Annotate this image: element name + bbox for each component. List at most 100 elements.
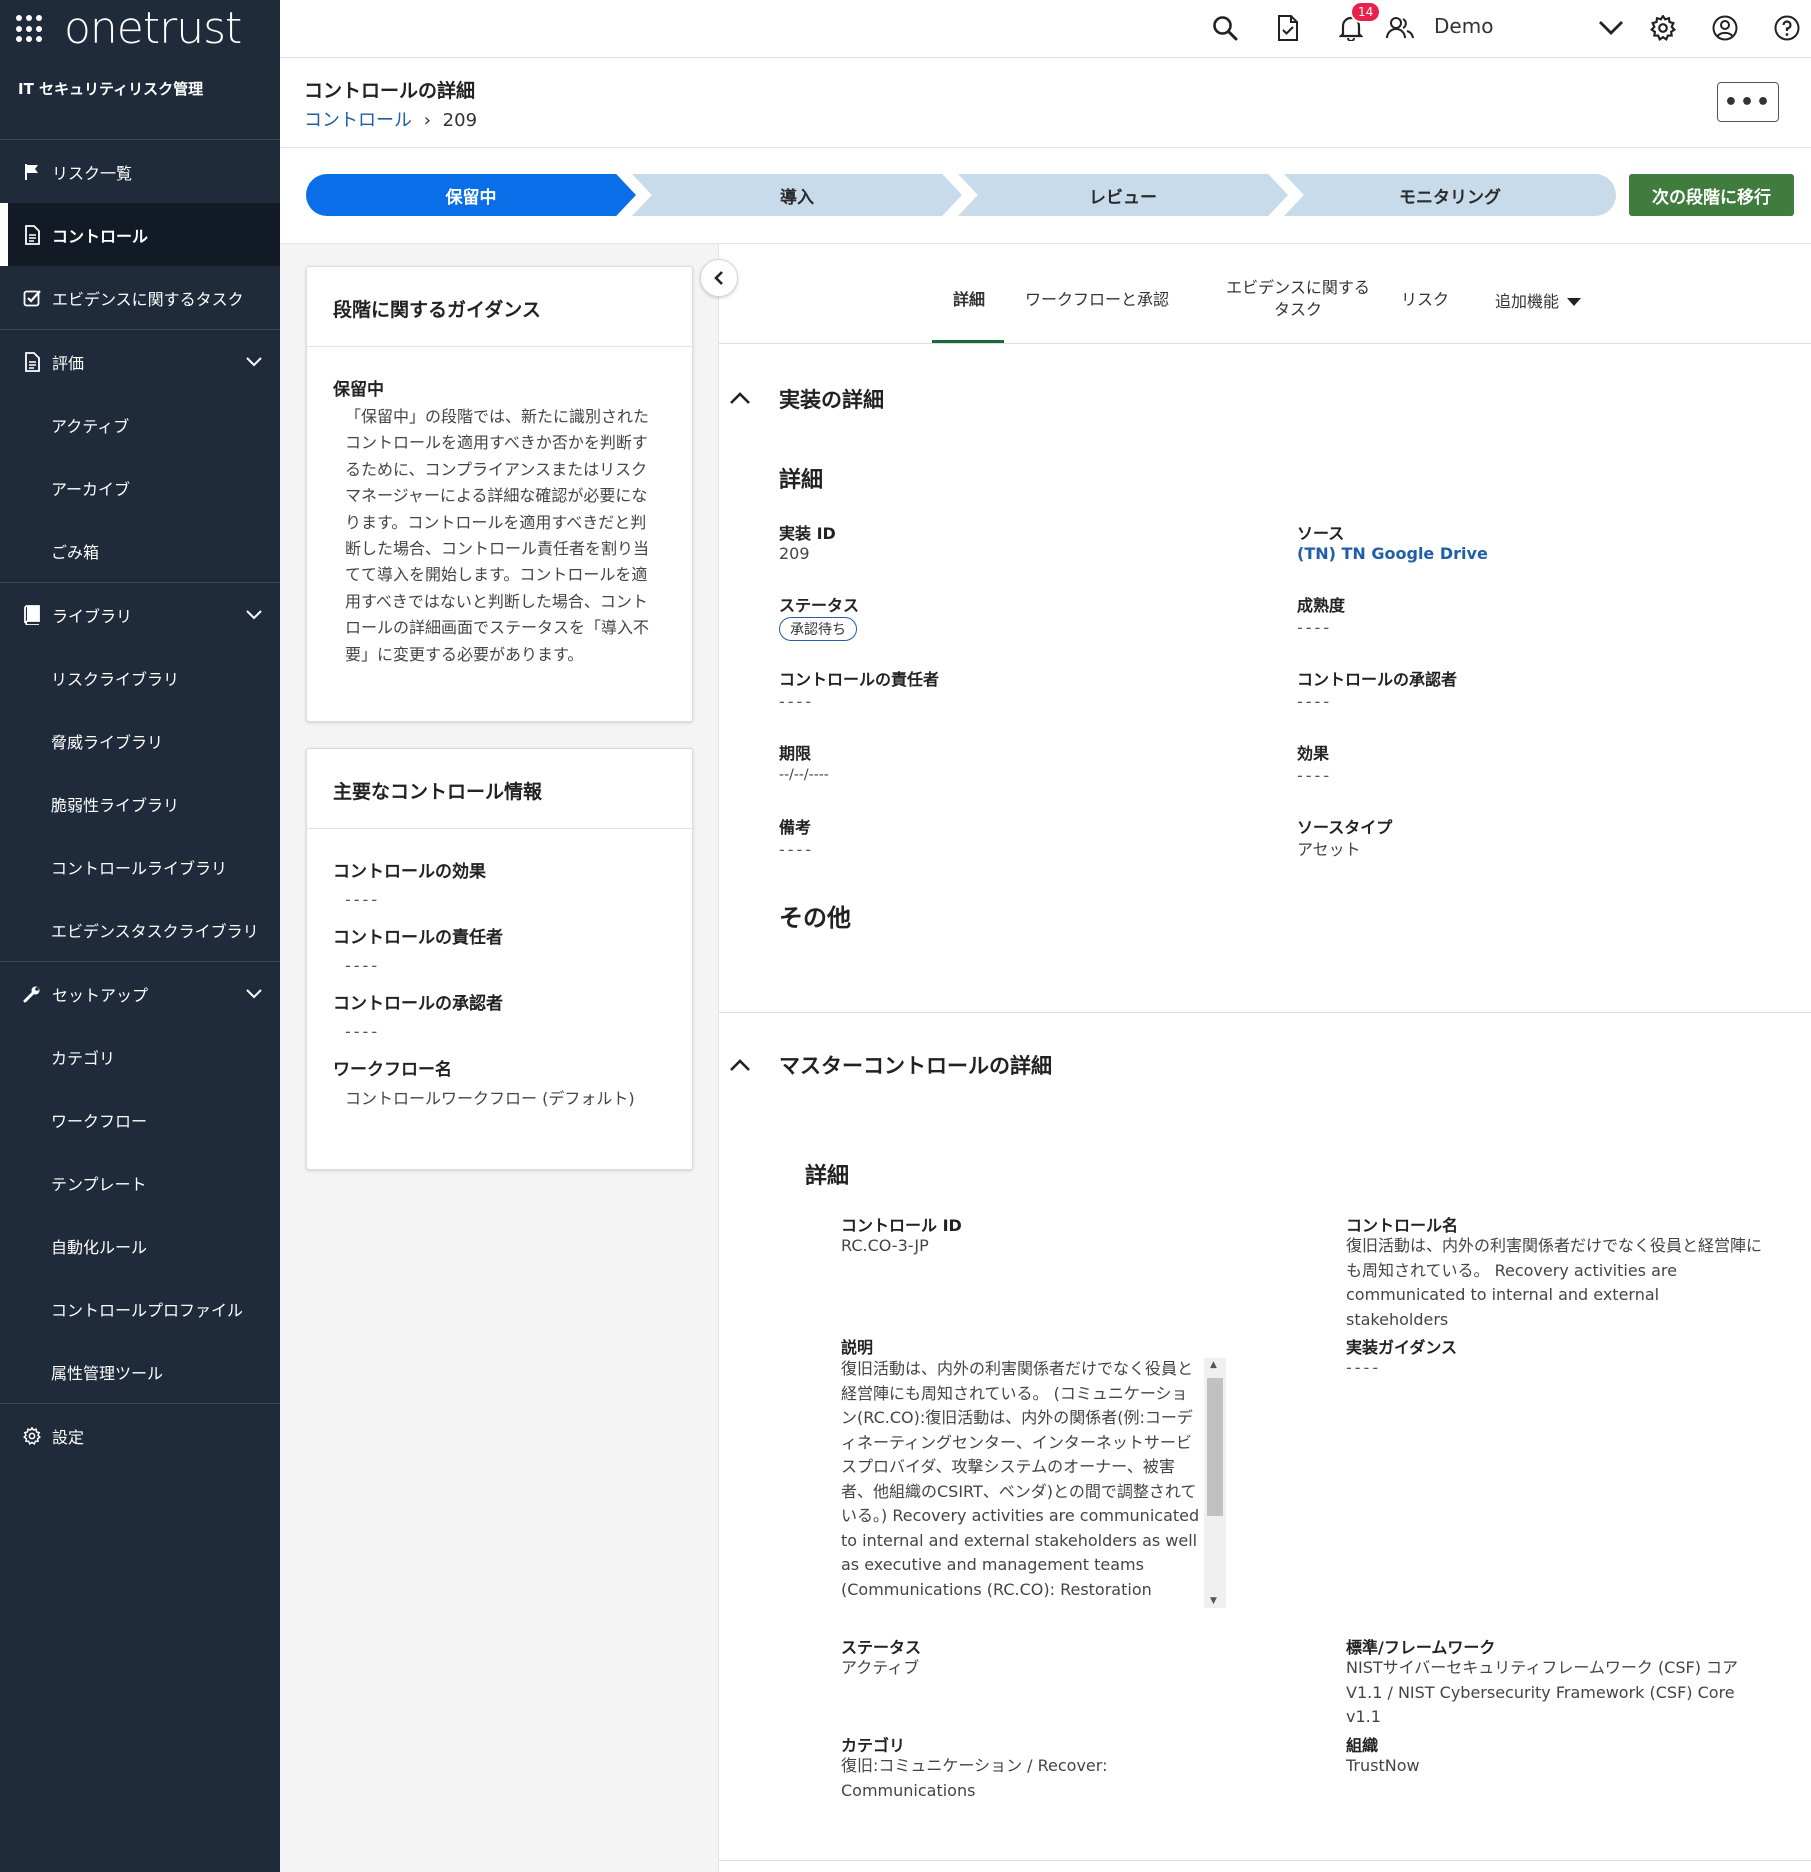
users-icon[interactable] <box>1385 13 1415 43</box>
account-icon[interactable] <box>1710 13 1740 43</box>
chevron-down-icon[interactable] <box>246 984 262 1003</box>
master-subtitle: 詳細 <box>805 1164 850 1189</box>
tab-risks[interactable]: リスク <box>1401 289 1449 311</box>
effect-value: ---- <box>345 890 381 909</box>
page-header: コントロールの詳細 コントロール › 209 ••• <box>280 58 1811 148</box>
sidebar-item-trash[interactable]: ごみ箱 <box>0 519 280 582</box>
sidebar-item-label: 設定 <box>52 1427 85 1447</box>
description-scrollbar[interactable]: ▲ ▼ <box>1204 1358 1226 1608</box>
sidebar-item-control-library[interactable]: コントロールライブラリ <box>0 835 280 898</box>
chevron-down-icon[interactable] <box>1596 13 1626 43</box>
sidebar-item-label: コントロールプロファイル <box>51 1300 244 1320</box>
chevron-down-icon[interactable] <box>246 605 262 624</box>
source-label: ソース <box>1297 524 1345 543</box>
breadcrumb-separator: › <box>423 110 431 131</box>
stage-pending[interactable]: 保留中 <box>306 174 636 216</box>
sidebar-item-vulnerability-library[interactable]: 脆弱性ライブラリ <box>0 772 280 835</box>
book-icon <box>22 604 42 625</box>
sidebar-item-label: ライブラリ <box>52 606 133 626</box>
wrench-icon <box>22 984 42 1004</box>
tab-bar: 詳細 ワークフローと承認 エビデンスに関する タスク リスク 追加機能 <box>719 244 1811 344</box>
sidebar-item-label: セットアップ <box>52 985 149 1005</box>
description-scrollbox[interactable]: 復旧活動は、内外の利害関係者だけでなく役員と経営陣にも周知されている。 (コミュ… <box>841 1357 1203 1607</box>
tab-more-features[interactable]: 追加機能 <box>1495 291 1582 313</box>
control-id-label: コントロール ID <box>841 1216 962 1235</box>
sidebar-item-automation-rules[interactable]: 自動化ルール <box>0 1214 280 1277</box>
tab-evidence-tasks[interactable]: エビデンスに関する タスク <box>1213 277 1383 321</box>
sidebar-item-label: 自動化ルール <box>51 1237 148 1257</box>
stage-implementation[interactable]: 導入 <box>632 174 962 216</box>
sidebar-item-evidence-tasks[interactable]: エビデンスに関するタスク <box>0 266 280 329</box>
sidebar-item-label: エビデンスに関するタスク <box>52 289 244 309</box>
breadcrumb-link[interactable]: コントロール <box>304 110 412 131</box>
sidebar-item-workflows[interactable]: ワークフロー <box>0 1088 280 1151</box>
effect-label: コントロールの効果 <box>333 862 486 882</box>
sidebar-item-archive[interactable]: アーカイブ <box>0 456 280 519</box>
tab-details[interactable]: 詳細 <box>953 289 985 311</box>
help-icon[interactable] <box>1772 13 1802 43</box>
sidebar-item-label: カテゴリ <box>51 1048 116 1068</box>
sidebar-item-controls[interactable]: コントロール <box>0 203 280 266</box>
owner-label: コントロールの責任者 <box>333 928 503 948</box>
effect-label: 効果 <box>1297 744 1330 763</box>
status-badge: 承認待ち <box>779 617 857 641</box>
deadline-label: 期限 <box>779 744 812 763</box>
framework-label: 標準/フレームワーク <box>1346 1638 1496 1657</box>
app-switcher-icon[interactable] <box>16 15 44 43</box>
chevron-down-icon[interactable] <box>246 352 262 371</box>
main-content: 詳細 ワークフローと承認 エビデンスに関する タスク リスク 追加機能 実装の詳… <box>718 244 1811 1872</box>
impl-status-label: ステータス <box>779 596 860 615</box>
chevron-left-icon <box>714 271 723 285</box>
search-icon[interactable] <box>1210 13 1240 43</box>
scroll-up-arrow-icon[interactable]: ▲ <box>1210 1360 1217 1370</box>
chevron-up-icon[interactable] <box>729 1058 751 1072</box>
sidebar-item-library[interactable]: ライブラリ <box>0 583 280 646</box>
checkbox-icon <box>22 288 42 308</box>
sidebar-item-active[interactable]: アクティブ <box>0 393 280 456</box>
implementation-section-title: 実装の詳細 <box>779 388 884 412</box>
stage-bar: 保留中 導入 レビュー モニタリング 次の段階に移行 <box>280 148 1811 244</box>
sidebar-item-assessments[interactable]: 評価 <box>0 330 280 393</box>
next-stage-button[interactable]: 次の段階に移行 <box>1629 174 1794 216</box>
top-bar: 14 Demo <box>280 0 1811 58</box>
sidebar-item-threat-library[interactable]: 脅威ライブラリ <box>0 709 280 772</box>
owner-value: ---- <box>345 956 381 975</box>
sidebar-item-risk-library[interactable]: リスクライブラリ <box>0 646 280 709</box>
sidebar-item-evidence-task-library[interactable]: エビデンスタスクライブラリ <box>0 898 280 961</box>
document-check-icon[interactable] <box>1273 13 1303 43</box>
sidebar-item-categories[interactable]: カテゴリ <box>0 1025 280 1088</box>
more-actions-button[interactable]: ••• <box>1717 82 1779 122</box>
sidebar-item-attribute-manager[interactable]: 属性管理ツール <box>0 1340 280 1403</box>
brand-logo: onetrust <box>64 3 242 54</box>
sidebar-item-label: 属性管理ツール <box>51 1363 164 1383</box>
caret-down-icon <box>1567 298 1582 306</box>
left-panel: 段階に関するガイダンス 保留中 「保留中」の段階では、新たに識別されたコントロー… <box>280 244 718 1872</box>
sidebar-item-control-profiles[interactable]: コントロールプロファイル <box>0 1277 280 1340</box>
impl-id-value: 209 <box>779 544 810 563</box>
scroll-down-arrow-icon[interactable]: ▼ <box>1210 1596 1217 1606</box>
bell-icon[interactable]: 14 <box>1336 1 1382 43</box>
description-label: 説明 <box>841 1338 874 1357</box>
category-label: カテゴリ <box>841 1736 906 1755</box>
sidebar-item-settings[interactable]: 設定 <box>0 1404 280 1467</box>
impl-approver-label: コントロールの承認者 <box>1297 670 1458 689</box>
flag-icon <box>22 162 42 182</box>
deadline-value: --/--/---- <box>779 767 829 783</box>
sidebar-item-label: 脅威ライブラリ <box>51 732 164 752</box>
sidebar-item-label: エビデンスタスクライブラリ <box>51 921 259 941</box>
user-name[interactable]: Demo <box>1434 14 1493 38</box>
tab-workflow-approval[interactable]: ワークフローと承認 <box>1025 289 1169 311</box>
sidebar-item-setup[interactable]: セットアップ <box>0 962 280 1025</box>
stage-review[interactable]: レビュー <box>958 174 1288 216</box>
sidebar-item-templates[interactable]: テンプレート <box>0 1151 280 1214</box>
document-icon <box>22 224 42 245</box>
sidebar-item-risk-list[interactable]: リスク一覧 <box>0 140 280 203</box>
scrollbar-thumb[interactable] <box>1207 1378 1223 1516</box>
chevron-up-icon[interactable] <box>729 391 751 405</box>
stage-monitoring[interactable]: モニタリング <box>1284 174 1616 216</box>
gear-icon[interactable] <box>1648 13 1678 43</box>
brand[interactable]: onetrust <box>0 0 280 58</box>
active-tab-indicator <box>932 340 1004 343</box>
collapse-panel-button[interactable] <box>700 259 738 297</box>
source-link[interactable]: (TN) TN Google Drive <box>1297 542 1488 567</box>
